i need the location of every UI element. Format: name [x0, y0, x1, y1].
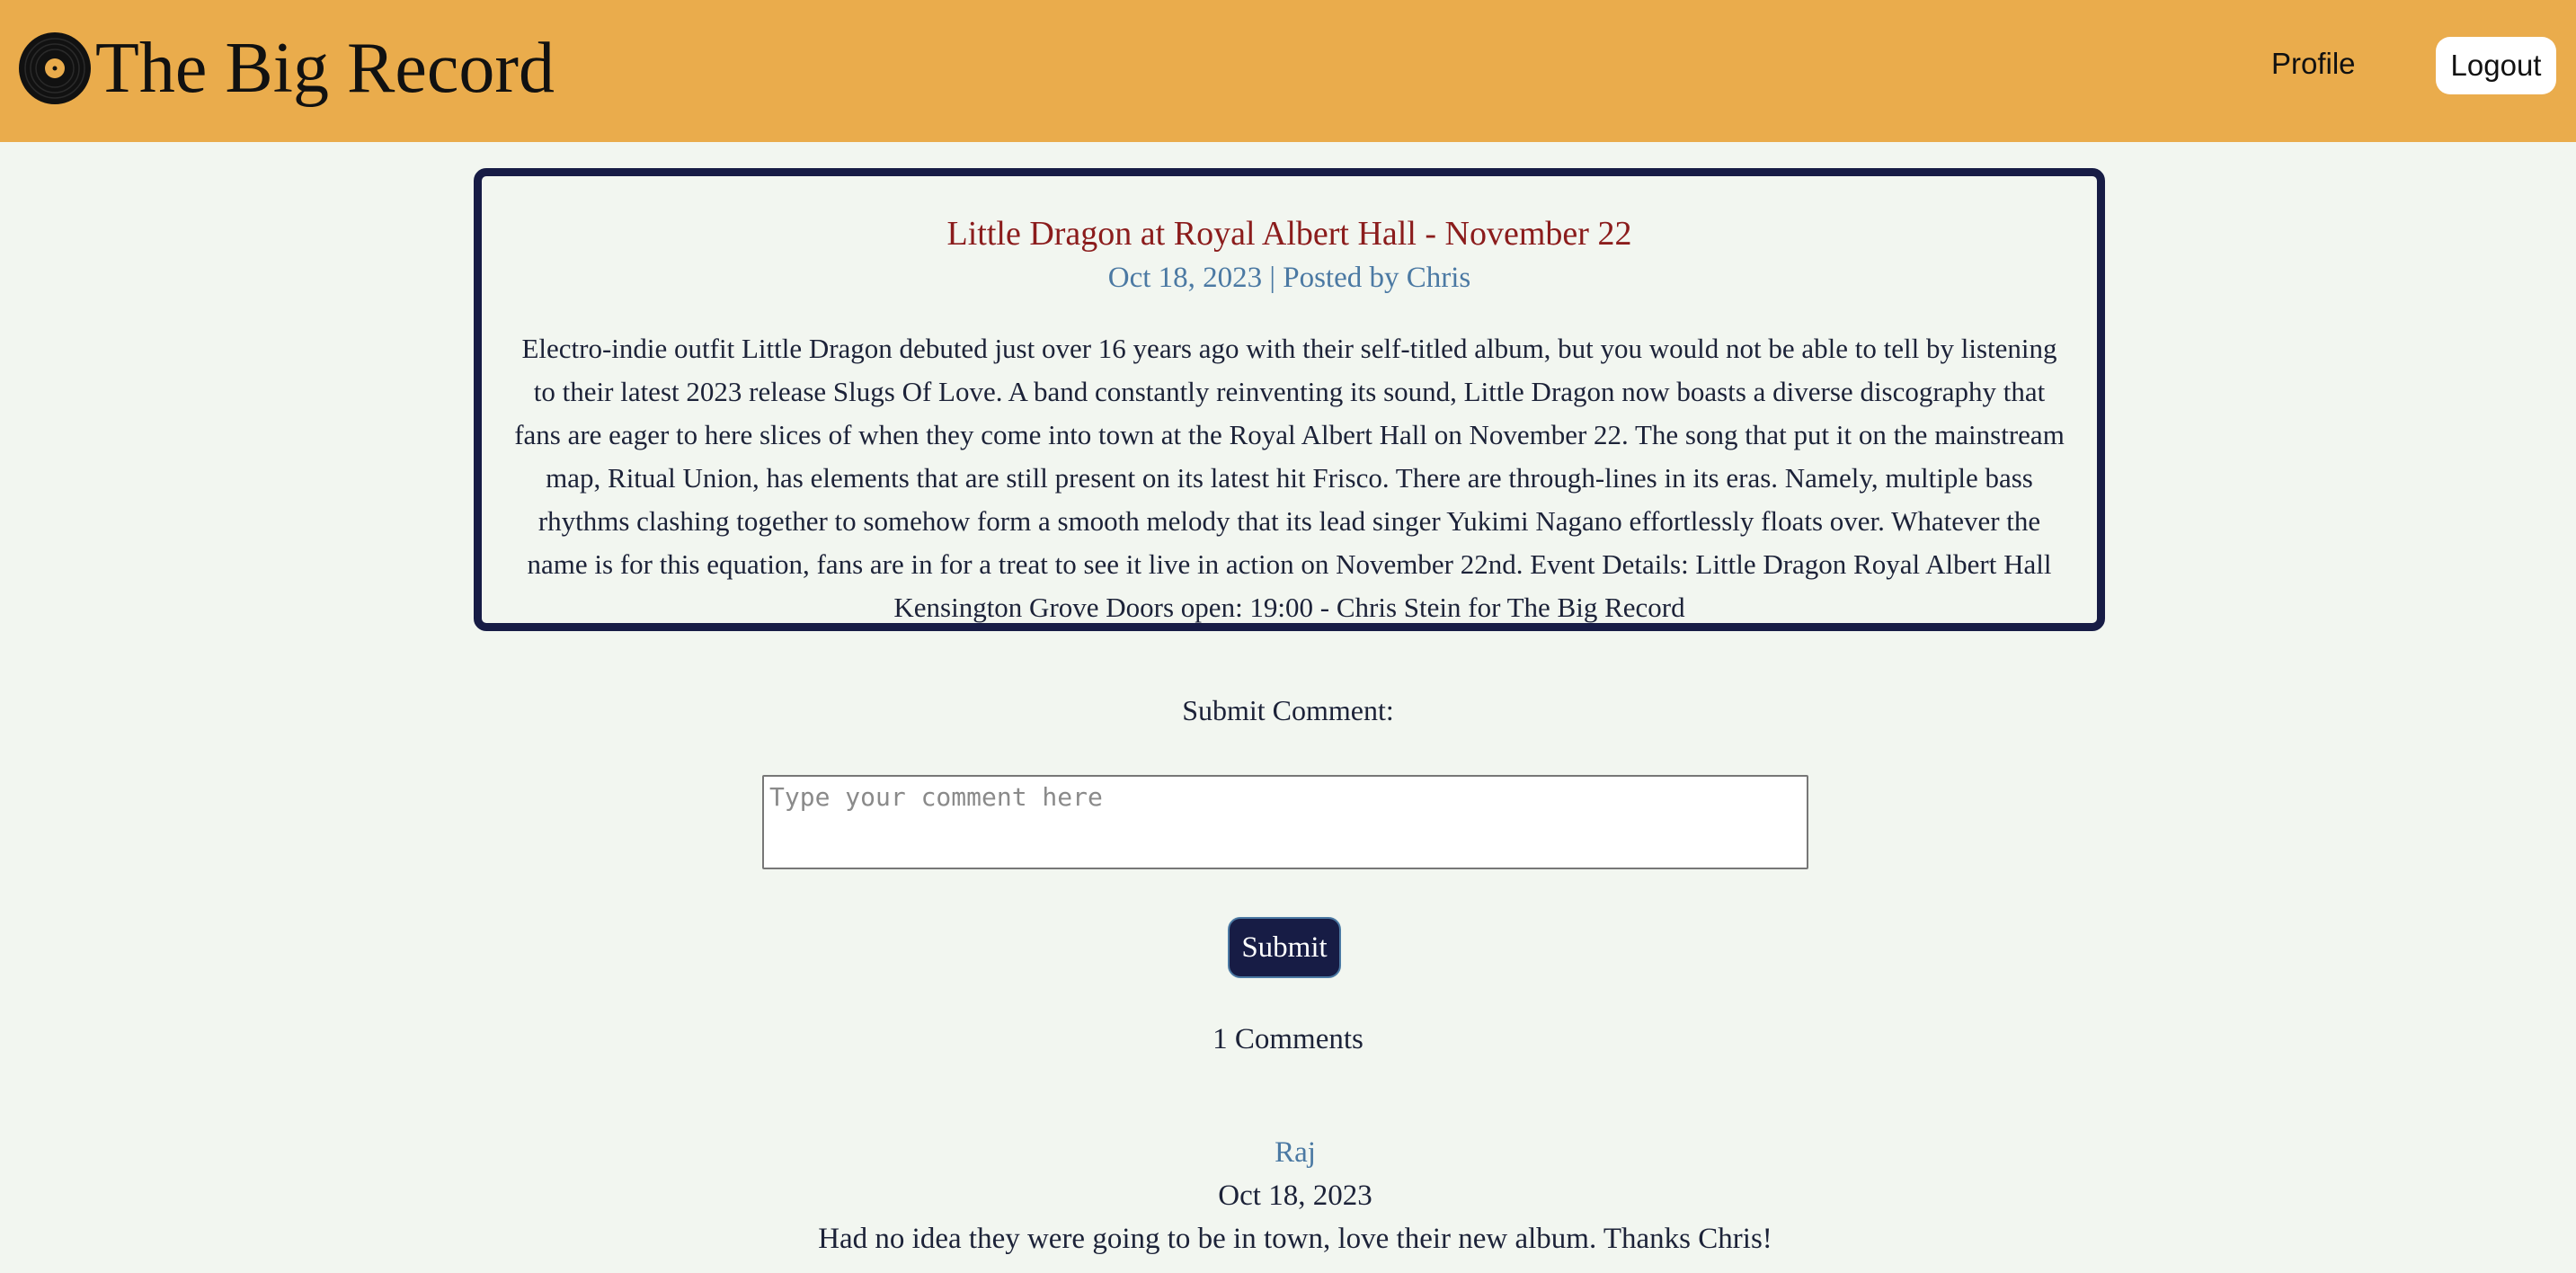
nav-profile-link[interactable]: Profile [2271, 47, 2356, 81]
post-meta: Oct 18, 2023 | Posted by Chris [1107, 262, 1471, 294]
post-title: Little Dragon at Royal Albert Hall - Nov… [946, 215, 1632, 253]
site-title: The Big Record [95, 29, 555, 108]
comment-date: Oct 18, 2023 [1218, 1180, 1372, 1212]
site-header: The Big Record Profile Logout [0, 0, 2576, 142]
comment-form-label: Submit Comment: [1182, 694, 1394, 726]
comment-text: Had no idea they were going to be in tow… [818, 1223, 1772, 1255]
comments-count: 1 Comments [1212, 1023, 1364, 1055]
logout-button[interactable]: Logout [2436, 37, 2556, 94]
post-card: Little Dragon at Royal Albert Hall - Nov… [474, 168, 2105, 631]
comment-input[interactable] [762, 775, 1808, 869]
vinyl-record-icon [19, 32, 91, 104]
submit-button[interactable]: Submit [1228, 917, 1341, 978]
comment-author[interactable]: Raj [0, 1136, 2576, 1170]
brand[interactable]: The Big Record [18, 31, 555, 106]
post-body: Electro-indie outfit Little Dragon debut… [514, 333, 2065, 623]
